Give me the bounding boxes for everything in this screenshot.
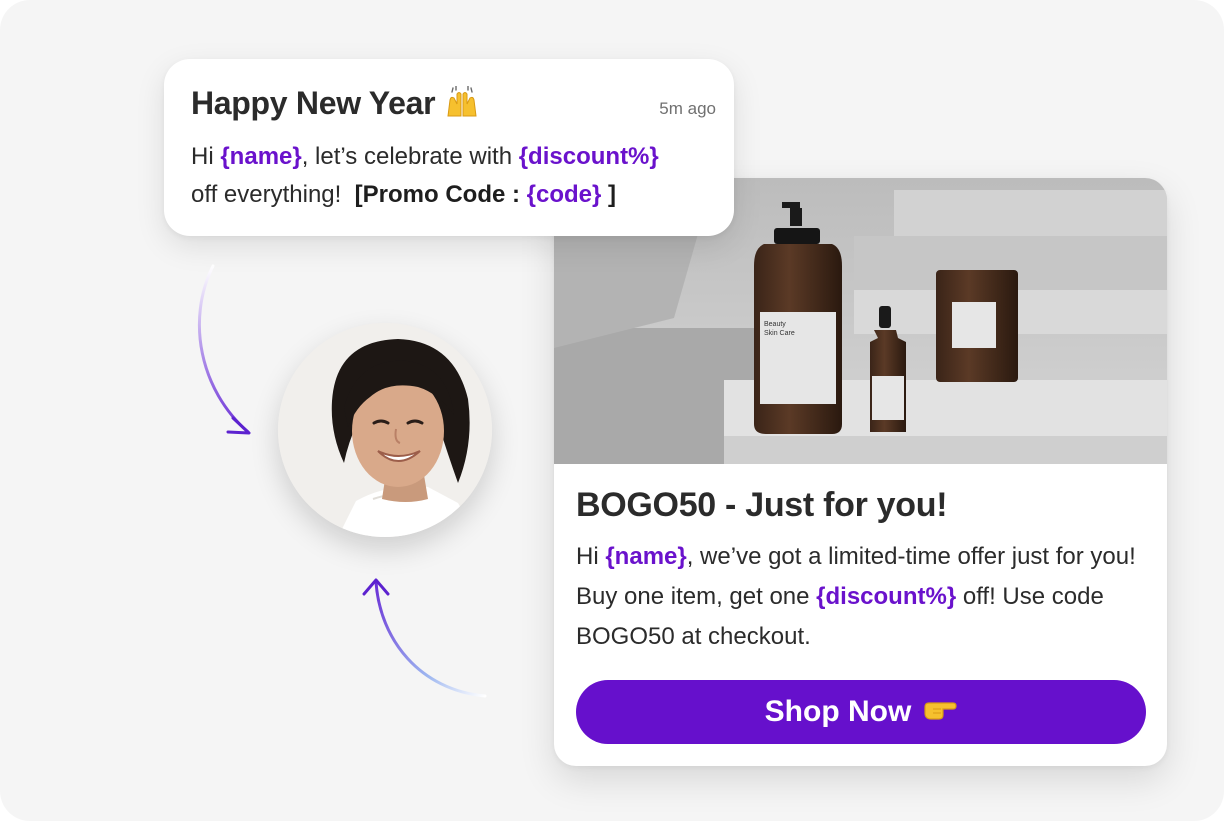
svg-text:Skin Care: Skin Care bbox=[764, 330, 795, 337]
name-variable: {name} bbox=[220, 142, 302, 170]
text-segment: Hi bbox=[191, 142, 221, 170]
discount-variable: {discount%} bbox=[816, 583, 957, 610]
promo-code-open: [Promo Code : bbox=[354, 180, 527, 208]
discount-variable: {discount%} bbox=[518, 142, 659, 170]
arrow-from-card bbox=[374, 580, 487, 698]
arrow-to-avatar bbox=[197, 264, 250, 434]
text-segment: , let’s celebrate with bbox=[301, 142, 519, 170]
promo-code-close: ] bbox=[601, 180, 617, 208]
text-segment: Hi bbox=[576, 543, 606, 570]
promo-card: Beauty Skin Care BOGO50 - Just for you! … bbox=[554, 178, 1167, 766]
notification-time: 5m ago bbox=[659, 99, 716, 118]
shop-now-button[interactable]: Shop Now bbox=[576, 680, 1146, 744]
arrow-to-avatar-head bbox=[226, 416, 251, 435]
text-segment: off everything! bbox=[191, 180, 342, 208]
notification-header: Happy New Year 5m ago bbox=[191, 84, 716, 126]
code-variable: {code} bbox=[526, 180, 602, 208]
notification-card[interactable]: Happy New Year 5m ago Hi {name}, let’s c… bbox=[164, 59, 734, 236]
product-label-text: Beauty bbox=[764, 321, 786, 328]
notification-title: Happy New Year bbox=[191, 84, 480, 126]
name-variable: {name} bbox=[605, 543, 687, 570]
promo-title: BOGO50 - Just for you! bbox=[576, 486, 948, 524]
avatar bbox=[278, 323, 492, 537]
promo-content: BOGO50 - Just for you! Hi {name}, we’ve … bbox=[576, 486, 1146, 657]
raised-hands-icon bbox=[444, 84, 480, 126]
pointing-hand-icon bbox=[923, 695, 957, 729]
notification-title-text: Happy New Year bbox=[191, 85, 436, 121]
promo-message: Hi {name}, we’ve got a limited-time offe… bbox=[576, 537, 1146, 657]
canvas: Happy New Year 5m ago Hi {name}, let’s c… bbox=[0, 0, 1224, 821]
notification-message: Hi {name}, let’s celebrate with {discoun… bbox=[191, 138, 716, 214]
shop-now-label: Shop Now bbox=[764, 695, 912, 728]
